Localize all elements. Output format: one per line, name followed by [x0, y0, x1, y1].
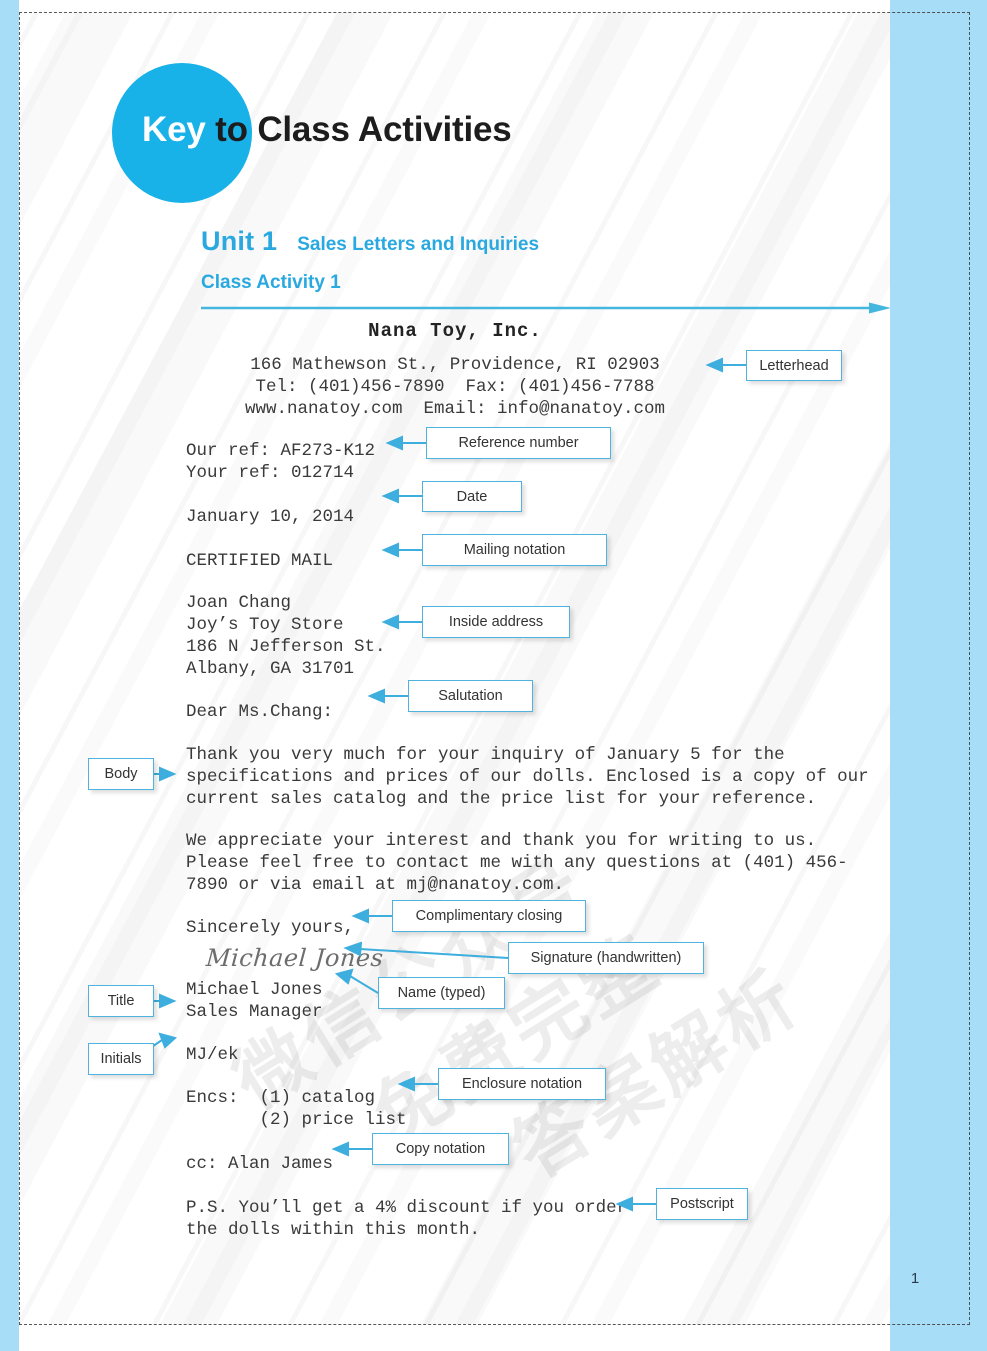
callout-initials[interactable]: Initials — [88, 1043, 154, 1075]
business-letter: Nana Toy, Inc. 166 Mathewson St., Provid… — [20, 13, 890, 1324]
callout-letterhead[interactable]: Letterhead — [746, 350, 842, 381]
body-p1-line2: specifications and prices of our dolls. … — [186, 767, 869, 787]
callout-complimentary-closing[interactable]: Complimentary closing — [392, 900, 586, 932]
enclosure-line1: Encs: (1) catalog — [186, 1088, 376, 1108]
inside-address-city: Albany, GA 31701 — [186, 659, 355, 679]
callout-date[interactable]: Date — [422, 481, 522, 512]
letter-date: January 10, 2014 — [186, 507, 355, 527]
right-blue-band — [890, 0, 987, 1351]
mailing-notation-text: CERTIFIED MAIL — [186, 551, 334, 571]
callout-mailing-notation[interactable]: Mailing notation — [422, 534, 607, 566]
letterhead-web: www.nanatoy.com Email: info@nanatoy.com — [244, 399, 666, 419]
callout-name-typed[interactable]: Name (typed) — [378, 977, 505, 1009]
job-title: Sales Manager — [186, 1002, 323, 1022]
inside-address-street: 186 N Jefferson St. — [186, 637, 386, 657]
callout-salutation[interactable]: Salutation — [408, 680, 533, 712]
enclosure-line2: (2) price list — [186, 1110, 407, 1130]
callout-signature[interactable]: Signature (handwritten) — [508, 942, 704, 974]
body-p2-line1: We appreciate your interest and thank yo… — [186, 831, 817, 851]
callout-enclosure-notation[interactable]: Enclosure notation — [438, 1068, 606, 1100]
callout-body[interactable]: Body — [88, 758, 154, 790]
letterhead-company: Nana Toy, Inc. — [368, 320, 542, 342]
body-p2-line3: 7890 or via email at mj@nanatoy.com. — [186, 875, 565, 895]
your-reference: Your ref: 012714 — [186, 463, 355, 483]
page-number: 1 — [910, 1270, 920, 1287]
salutation-text: Dear Ms.Chang: — [186, 702, 334, 722]
inside-address-name: Joan Chang — [186, 593, 292, 613]
typed-name: Michael Jones — [186, 980, 323, 1000]
inside-address-company: Joy’s Toy Store — [186, 615, 344, 635]
callout-title[interactable]: Title — [88, 985, 154, 1017]
body-p1-line3: current sales catalog and the price list… — [186, 789, 817, 809]
callout-copy-notation[interactable]: Copy notation — [372, 1133, 509, 1165]
postscript-line1: P.S. You’ll get a 4% discount if you ord… — [186, 1198, 628, 1218]
callout-inside-address[interactable]: Inside address — [422, 606, 570, 638]
callout-postscript[interactable]: Postscript — [656, 1188, 748, 1220]
callout-reference-number[interactable]: Reference number — [426, 427, 611, 459]
left-blue-band — [0, 0, 19, 1351]
content-sheet: 微信公众号 免费完整 答案解析 Key to Class Activities … — [20, 13, 890, 1324]
complimentary-closing-text: Sincerely yours, — [186, 918, 355, 938]
our-reference: Our ref: AF273-K12 — [186, 441, 376, 461]
page-root: 微信公众号 免费完整 答案解析 Key to Class Activities … — [0, 0, 987, 1351]
handwritten-signature: Michael Jones — [205, 944, 385, 972]
body-p2-line2: Please feel free to contact me with any … — [186, 853, 848, 873]
copy-notation-text: cc: Alan James — [186, 1154, 334, 1174]
body-p1-line1: Thank you very much for your inquiry of … — [186, 745, 785, 765]
postscript-line2: the dolls within this month. — [186, 1220, 481, 1240]
reference-initials: MJ/ek — [186, 1045, 239, 1065]
